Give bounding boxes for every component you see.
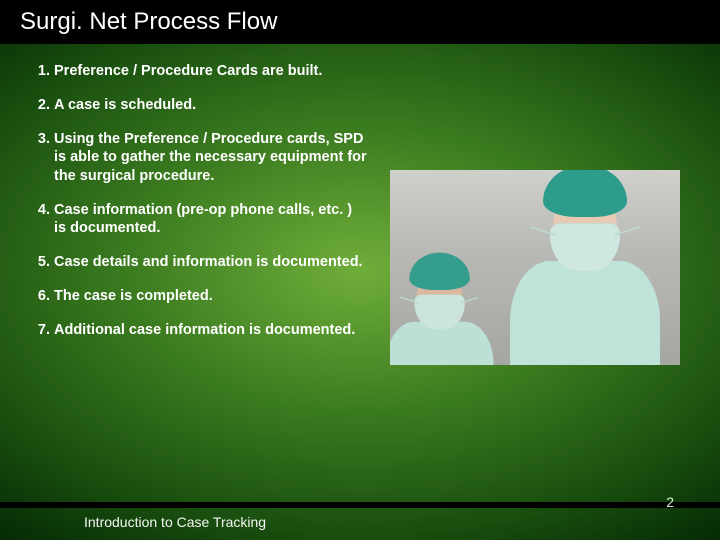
person-illustration: [400, 253, 479, 365]
list-item: Preference / Procedure Cards are built.: [54, 62, 368, 80]
list-item: A case is scheduled.: [54, 96, 368, 114]
footer-divider: [0, 502, 720, 508]
photo-surgical-staff: [390, 170, 680, 365]
page-number: 2: [666, 494, 674, 510]
slide-title: Surgi. Net Process Flow: [20, 8, 277, 36]
footer-caption: Introduction to Case Tracking: [84, 514, 266, 530]
list-item: Case information (pre-op phone calls, et…: [54, 201, 368, 237]
steps-list: Preference / Procedure Cards are built. …: [28, 62, 368, 339]
content-area: Preference / Procedure Cards are built. …: [28, 62, 368, 355]
title-bar: Surgi. Net Process Flow: [0, 0, 720, 44]
person-illustration: [510, 170, 660, 365]
list-item: Using the Preference / Procedure cards, …: [54, 130, 368, 184]
list-item: Additional case information is documente…: [54, 321, 368, 339]
list-item: The case is completed.: [54, 287, 368, 305]
list-item: Case details and information is document…: [54, 253, 368, 271]
slide: Surgi. Net Process Flow Preference / Pro…: [0, 0, 720, 540]
